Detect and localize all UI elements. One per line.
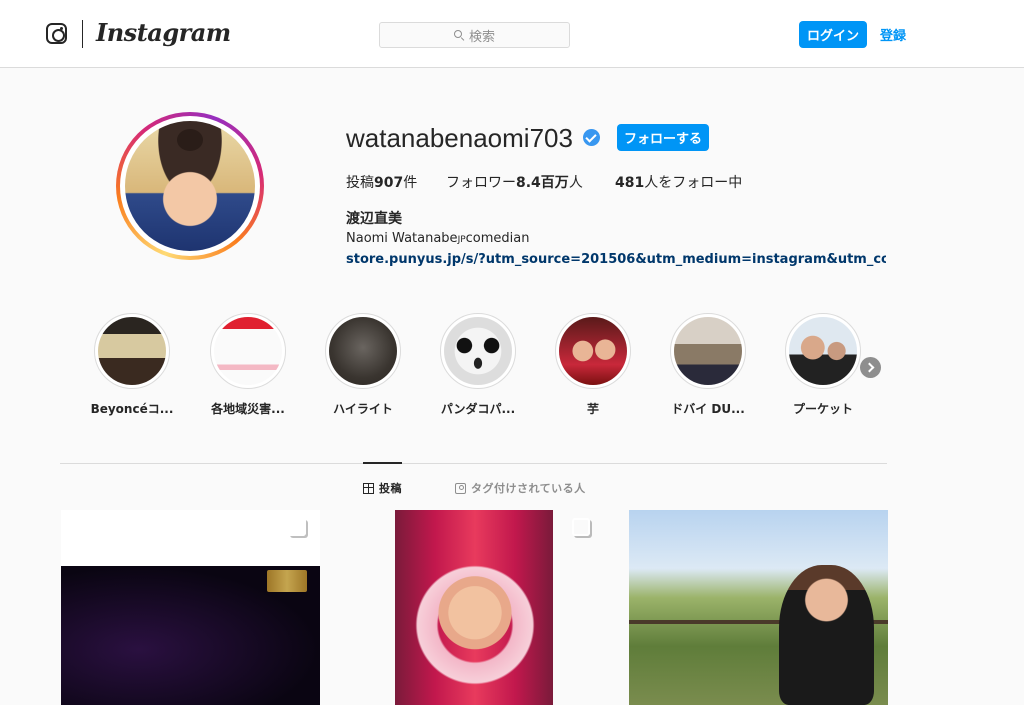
follow-button[interactable]: フォローする — [617, 124, 709, 151]
profile-username: watanabenaomi703 — [346, 123, 573, 153]
highlights-next-arrow-icon[interactable] — [860, 357, 881, 378]
login-button[interactable]: ログイン — [799, 21, 867, 48]
avatar-image — [125, 121, 255, 251]
highlight-item[interactable]: 各地域災害... — [198, 313, 298, 417]
grid-icon — [363, 482, 374, 494]
search-placeholder: 検索 — [468, 29, 495, 45]
following-count[interactable]: 481人をフォロー中 — [615, 172, 742, 192]
highlight-thumbnail — [214, 317, 282, 385]
highlight-label: プーケット — [792, 402, 853, 416]
highlight-thumbnail — [98, 317, 166, 385]
tab-posts[interactable]: 投稿 — [363, 480, 402, 496]
signup-link[interactable]: 登録 — [880, 25, 906, 44]
instagram-wordmark[interactable]: Instagram — [96, 18, 231, 47]
highlight-item[interactable]: ハイライト — [313, 313, 413, 417]
profile-avatar[interactable] — [116, 112, 264, 260]
followers-count[interactable]: フォロワー8.4百万人 — [446, 172, 583, 192]
tagged-icon — [455, 482, 466, 494]
highlight-thumbnail — [444, 317, 512, 385]
tab-tagged-label: タグ付けされている人 — [471, 482, 586, 495]
tabs-divider — [60, 463, 887, 464]
posts-count: 投稿907件 — [346, 175, 418, 191]
profile-website-link[interactable]: store.punyus.jp/s/?utm_source=201506&utm… — [346, 252, 886, 267]
logo-divider — [82, 20, 83, 48]
highlight-thumbnail — [789, 317, 857, 385]
post-thumbnail[interactable] — [629, 510, 888, 705]
profile-bio: Naomi WatanabeJPcomedian — [346, 231, 530, 246]
verified-badge-icon — [583, 129, 600, 146]
highlight-label: 各地域災害... — [211, 402, 285, 416]
post-thumbnail[interactable] — [345, 510, 604, 705]
tab-active-indicator — [363, 462, 402, 464]
tab-tagged[interactable]: タグ付けされている人 — [455, 480, 586, 496]
highlight-item[interactable]: プーケット — [773, 313, 873, 417]
highlight-label: ドバイ DU... — [671, 402, 745, 416]
search-input[interactable]: 検索 — [379, 22, 570, 48]
top-nav: Instagram 検索 ログイン 登録 — [0, 0, 1024, 68]
highlight-thumbnail — [329, 317, 397, 385]
search-icon — [453, 30, 464, 40]
highlight-item[interactable]: パンダコパ... — [428, 313, 528, 417]
highlight-label: 芋 — [586, 402, 599, 416]
highlight-label: ハイライト — [333, 402, 393, 416]
carousel-icon — [288, 518, 306, 536]
instagram-camera-icon[interactable] — [46, 23, 67, 44]
highlight-label: パンダコパ... — [440, 402, 516, 416]
carousel-icon — [572, 518, 590, 536]
post-thumbnail[interactable] — [61, 510, 320, 705]
profile-full-name: 渡辺直美 — [346, 211, 402, 227]
highlight-item[interactable]: Beyoncéコ... — [82, 313, 182, 417]
highlight-item[interactable]: 芋 — [543, 313, 643, 417]
highlight-thumbnail — [559, 317, 627, 385]
highlight-thumbnail — [674, 317, 742, 385]
tab-posts-label: 投稿 — [379, 482, 402, 495]
highlight-item[interactable]: ドバイ DU... — [658, 313, 758, 417]
highlight-label: Beyoncéコ... — [90, 402, 174, 416]
